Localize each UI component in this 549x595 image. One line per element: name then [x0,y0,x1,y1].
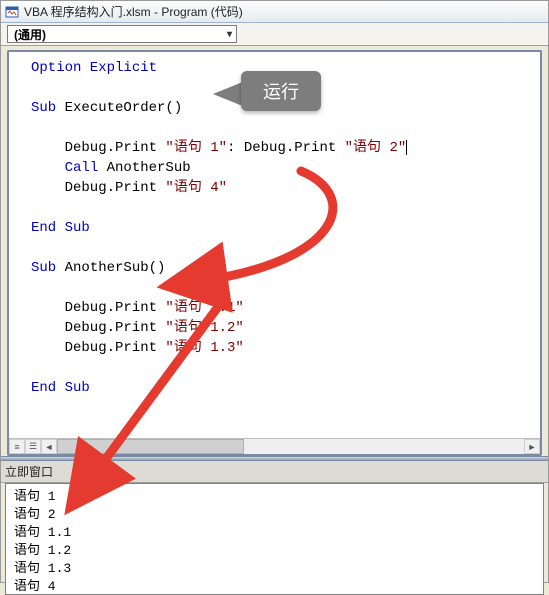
callout-label: 运行 [263,82,299,102]
str-4: "语句 4" [165,180,227,196]
output-line: 语句 2 [14,507,56,522]
str-12: "语句 1.2" [165,320,243,336]
output-line: 语句 1 [14,489,56,504]
scroll-track[interactable] [57,439,524,454]
str-13: "语句 1.3" [165,340,243,356]
window-icon [5,5,19,19]
view-procedure-button[interactable]: ☰ [25,439,41,454]
sub-name-2: AnotherSub() [56,260,165,276]
run-callout: 运行 [241,71,321,111]
code-text: AnotherSub [98,160,190,176]
dropdown-bar: (通用) [1,23,548,46]
code-text: Debug.Print [31,320,165,336]
code-text: : Debug.Print [227,140,345,156]
sub-name-1: ExecuteOrder() [56,100,182,116]
output-line: 语句 4 [14,579,56,594]
view-full-module-button[interactable]: ≡ [9,439,25,454]
code-text: Debug.Print [31,180,165,196]
horizontal-scrollbar[interactable]: ≡ ☰ ◄ ► [9,438,540,454]
code-text: Debug.Print [31,340,165,356]
str-11: "语句 1.1" [165,300,243,316]
text-caret [406,140,407,155]
object-dropdown[interactable]: (通用) [7,25,237,43]
kw-end-sub: End Sub [31,220,90,236]
kw-sub-2: Sub [31,260,56,276]
kw-call: Call [65,160,99,176]
output-line: 语句 1.3 [14,561,71,576]
code-text [31,160,65,176]
window-title: VBA 程序结构入门.xlsm - Program (代码) [24,3,243,20]
kw-option: Option Explicit [31,60,157,76]
immediate-title: 立即窗口 [1,461,548,483]
str-2: "语句 2" [345,140,407,156]
kw-end-sub-2: End Sub [31,380,90,396]
output-line: 语句 1.2 [14,543,71,558]
immediate-window[interactable]: 语句 1 语句 2 语句 1.1 语句 1.2 语句 1.3 语句 4 [5,483,544,595]
code-text: Debug.Print [31,300,165,316]
scroll-right-button[interactable]: ► [524,439,540,454]
kw-sub: Sub [31,100,56,116]
code-text: Debug.Print [31,140,165,156]
scroll-left-button[interactable]: ◄ [41,439,57,454]
titlebar: VBA 程序结构入门.xlsm - Program (代码) [1,1,548,23]
str-1: "语句 1" [165,140,227,156]
output-line: 语句 1.1 [14,525,71,540]
object-dropdown-value: (通用) [14,26,46,43]
scroll-thumb[interactable] [57,439,244,454]
